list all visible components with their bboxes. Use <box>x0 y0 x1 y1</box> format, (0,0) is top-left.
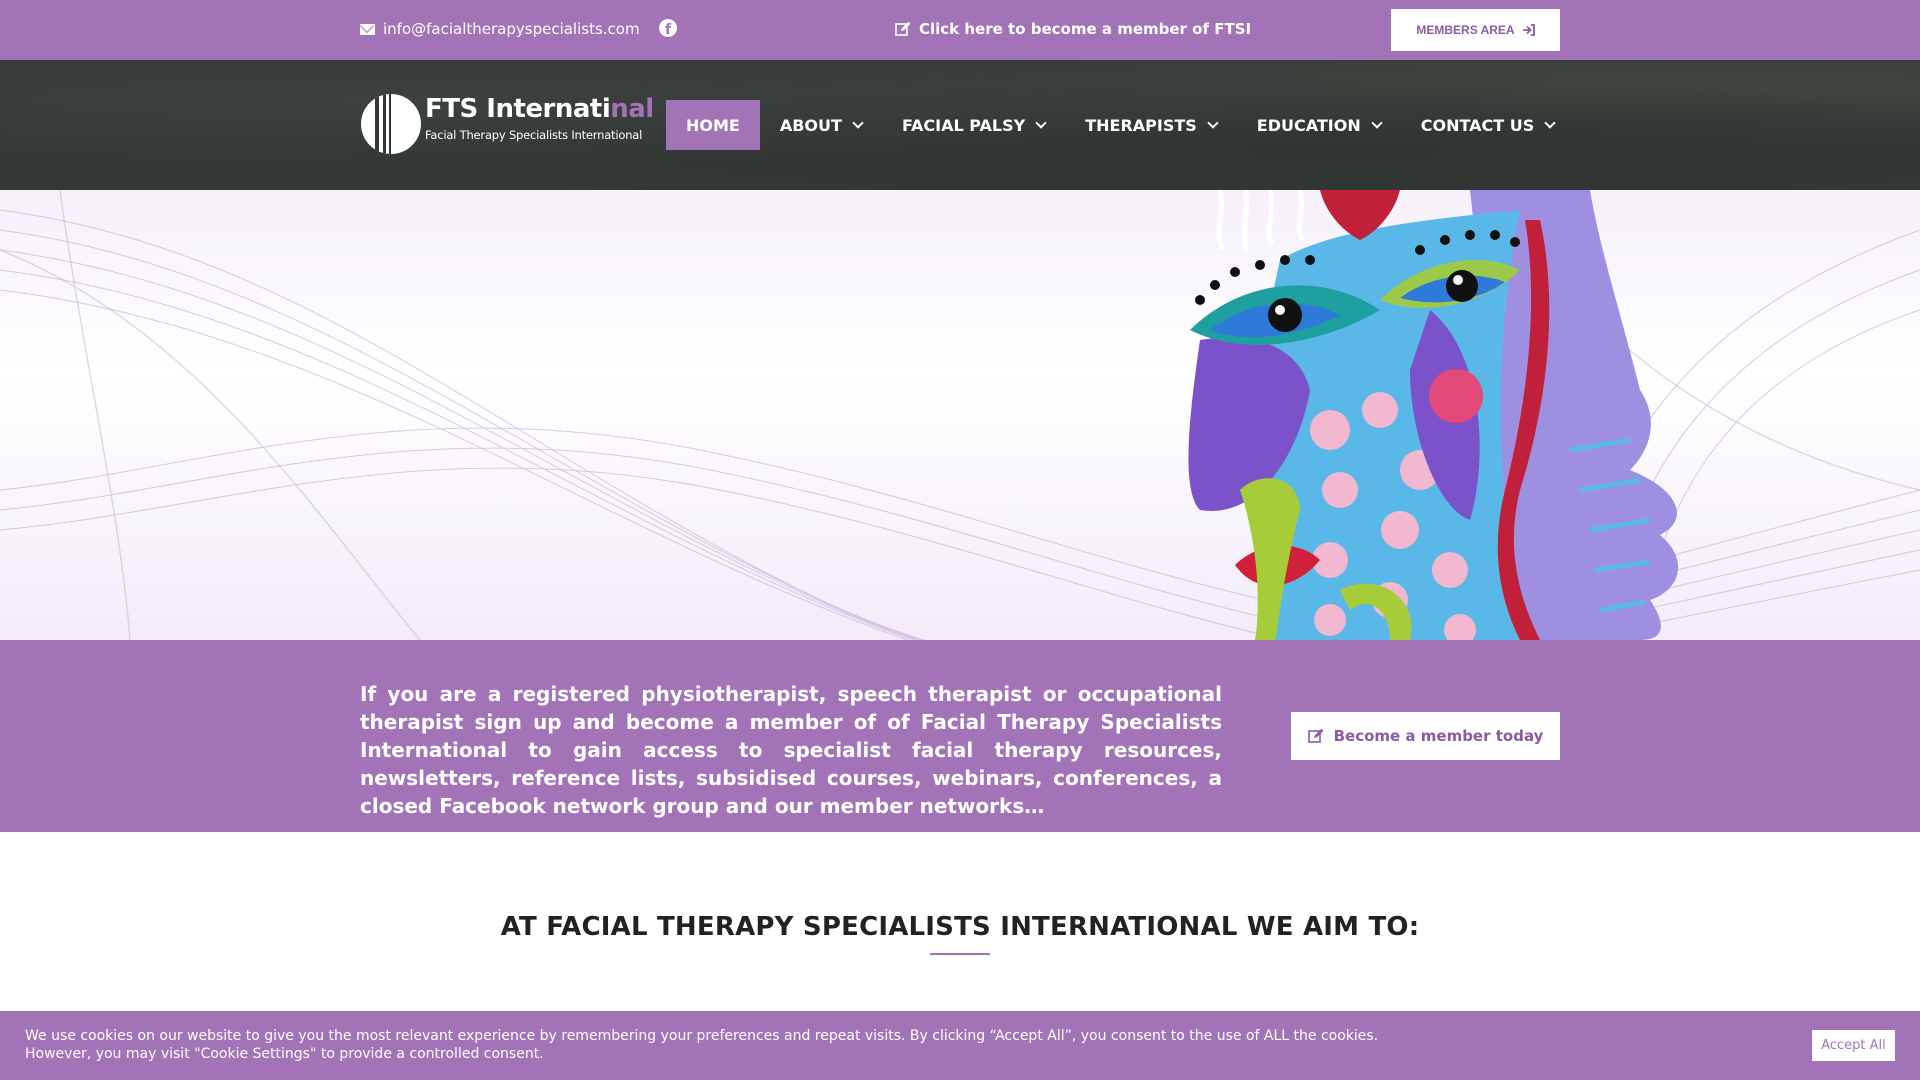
envelope-icon <box>360 23 375 35</box>
chevron-down-icon <box>852 116 864 129</box>
edit-icon <box>895 21 911 36</box>
sign-in-icon <box>1522 24 1535 36</box>
nav-item-label: CONTACT US <box>1420 115 1535 135</box>
nav-item-education[interactable]: EDUCATION <box>1237 100 1401 150</box>
nav-item-about[interactable]: ABOUT <box>760 100 882 150</box>
members-area-label: MEMBERS AREA <box>1416 23 1515 37</box>
chevron-down-icon <box>1207 116 1219 129</box>
email-text: info@facialtherapyspecialists.com <box>383 20 640 38</box>
nav-item-home[interactable]: HOME <box>666 100 760 150</box>
top-bar-inner: info@facialtherapyspecialists.com f Clic… <box>360 0 1560 60</box>
top-bar: info@facialtherapyspecialists.com f Clic… <box>0 0 1920 60</box>
heading-divider <box>930 953 990 955</box>
site-logo[interactable]: FTS Internatinal Facial Therapy Speciali… <box>361 94 654 156</box>
become-member-button[interactable]: Become a member today <box>1291 712 1560 760</box>
nav-item-facial-palsy[interactable]: FACIAL PALSY <box>882 100 1065 150</box>
nav-item-label: HOME <box>686 115 740 135</box>
logo-title: FTS Internatinal <box>425 94 654 124</box>
chevron-down-icon <box>1371 116 1383 129</box>
main-navigation: FTS Internatinal Facial Therapy Speciali… <box>0 60 1920 190</box>
hero-illustration <box>0 190 1920 640</box>
accept-all-button[interactable]: Accept All <box>1812 1030 1895 1061</box>
nav-item-therapists[interactable]: THERAPISTS <box>1065 100 1237 150</box>
membership-band: If you are a registered physiotherapist,… <box>0 640 1920 832</box>
cookie-banner: We use cookies on our website to give yo… <box>0 1011 1920 1080</box>
nav-item-label: EDUCATION <box>1256 115 1361 135</box>
logo-title-accent: nal <box>610 94 654 124</box>
become-member-link[interactable]: Click here to become a member of FTSI <box>895 20 1251 38</box>
email-link[interactable]: info@facialtherapyspecialists.com <box>360 20 640 38</box>
become-member-text: Click here to become a member of FTSI <box>919 20 1252 38</box>
chevron-down-icon <box>1035 116 1047 129</box>
cookie-notice-text: We use cookies on our website to give yo… <box>25 1028 1379 1062</box>
membership-description: If you are a registered physiotherapist,… <box>360 682 1222 818</box>
nav-menu: HOME ABOUT FACIAL PALSY THERAPISTS EDUCA… <box>666 100 1574 150</box>
nav-item-label: FACIAL PALSY <box>901 115 1026 135</box>
nav-item-contact-us[interactable]: CONTACT US <box>1401 100 1575 150</box>
hero-banner <box>0 190 1920 640</box>
aims-heading: AT FACIAL THERAPY SPECIALISTS INTERNATIO… <box>500 912 1420 942</box>
logo-globe-icon <box>361 94 421 154</box>
chevron-down-icon <box>1544 116 1556 129</box>
nav-item-label: THERAPISTS <box>1085 115 1197 135</box>
nav-item-label: ABOUT <box>779 115 842 135</box>
facebook-icon[interactable]: f <box>659 19 677 37</box>
edit-icon <box>1307 728 1324 743</box>
become-member-button-label: Become a member today <box>1333 727 1544 745</box>
members-area-button[interactable]: MEMBERS AREA <box>1391 9 1560 51</box>
logo-subtitle: Facial Therapy Specialists International <box>425 128 643 142</box>
face-artwork-image <box>1188 190 1679 640</box>
logo-title-main: FTS Internati <box>425 94 611 124</box>
